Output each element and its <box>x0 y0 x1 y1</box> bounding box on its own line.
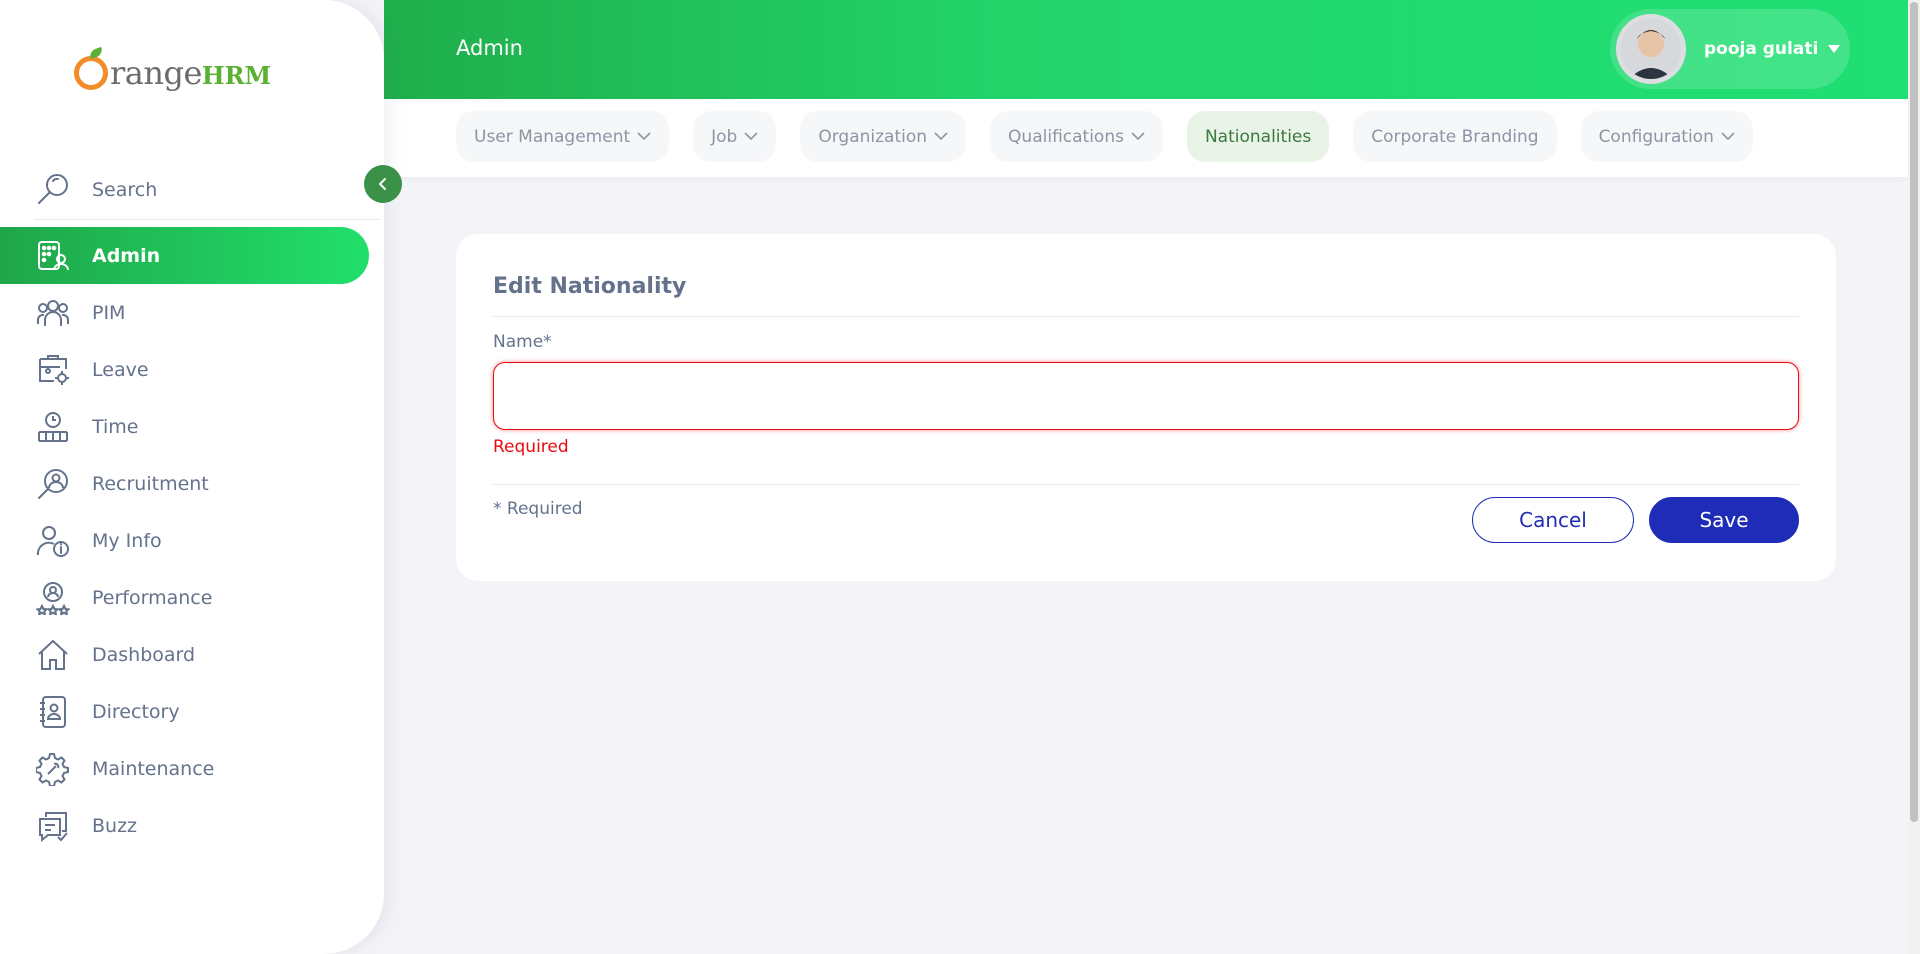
dashboard-icon <box>34 636 72 674</box>
avatar <box>1616 14 1686 84</box>
divider <box>493 484 1799 485</box>
name-field-label: Name* <box>493 332 552 352</box>
chevron-down-icon <box>744 132 758 141</box>
tab-label: User Management <box>474 126 631 147</box>
tab-label: Qualifications <box>1008 126 1124 147</box>
sidebar-item-label: PIM <box>92 301 126 324</box>
pim-icon <box>34 294 72 332</box>
sidebar-item-label: Dashboard <box>92 643 196 666</box>
buzz-icon <box>34 807 72 845</box>
chevron-down-icon <box>1721 132 1735 141</box>
sidebar-item-time[interactable]: Time <box>0 398 370 455</box>
sidebar-item-admin[interactable]: Admin <box>0 227 369 284</box>
sidebar-item-label: Maintenance <box>92 757 215 780</box>
sidebar-item-label: Admin <box>92 244 161 267</box>
search-input[interactable] <box>92 178 332 201</box>
my-info-icon <box>34 522 72 560</box>
tab-organization[interactable]: Organization <box>800 111 967 162</box>
orangehrm-logo[interactable]: range HRM <box>74 48 271 98</box>
sidebar-item-label: Time <box>92 415 139 438</box>
sidebar-item-recruitment[interactable]: Recruitment <box>0 455 370 512</box>
admin-icon <box>34 237 72 275</box>
logo-text: range <box>110 54 202 92</box>
recruitment-icon <box>34 465 72 503</box>
user-dropdown[interactable]: pooja gulati <box>1610 9 1850 89</box>
chevron-down-icon <box>1131 132 1145 141</box>
chevron-left-icon <box>377 177 389 191</box>
user-name: pooja gulati <box>1704 39 1819 59</box>
sidebar-item-label: Buzz <box>92 814 138 837</box>
sidebar-collapse-button[interactable] <box>364 165 402 203</box>
top-bar: Admin pooja gulati <box>384 0 1908 99</box>
sidebar: range HRM Admin <box>0 0 384 954</box>
caret-down-icon <box>1828 45 1841 53</box>
cancel-button[interactable]: Cancel <box>1472 497 1634 543</box>
main-menu: Admin PIM Leave Time Recruitment My Info… <box>0 227 370 854</box>
chevron-down-icon <box>637 132 651 141</box>
sidebar-search <box>34 160 380 220</box>
chevron-down-icon <box>934 132 948 141</box>
page-scrollbar[interactable] <box>1908 0 1920 954</box>
sidebar-item-label: Directory <box>92 700 180 723</box>
sidebar-item-label: Leave <box>92 358 149 381</box>
performance-icon <box>34 579 72 617</box>
tab-configuration[interactable]: Configuration <box>1580 111 1753 162</box>
divider <box>493 316 1799 317</box>
tab-label: Configuration <box>1598 126 1714 147</box>
time-icon <box>34 408 72 446</box>
form-title: Edit Nationality <box>493 274 687 299</box>
orange-logo-icon <box>74 56 108 90</box>
tab-user-management[interactable]: User Management <box>456 111 670 162</box>
tab-job[interactable]: Job <box>693 111 777 162</box>
sidebar-item-dashboard[interactable]: Dashboard <box>0 626 370 683</box>
directory-icon <box>34 693 72 731</box>
sidebar-item-buzz[interactable]: Buzz <box>0 797 370 854</box>
sidebar-item-label: My Info <box>92 529 162 552</box>
name-input[interactable] <box>493 362 1799 430</box>
page-title: Admin <box>456 36 523 60</box>
sidebar-item-my-info[interactable]: My Info <box>0 512 370 569</box>
tab-label: Nationalities <box>1204 126 1312 147</box>
logo-text-hrm: HRM <box>201 60 272 90</box>
sidebar-item-directory[interactable]: Directory <box>0 683 370 740</box>
sidebar-item-maintenance[interactable]: Maintenance <box>0 740 370 797</box>
sidebar-item-leave[interactable]: Leave <box>0 341 370 398</box>
admin-subnav: User Management Job Organization Qualifi… <box>384 99 1908 177</box>
sidebar-item-pim[interactable]: PIM <box>0 284 370 341</box>
scrollbar-thumb[interactable] <box>1910 2 1918 822</box>
tab-qualifications[interactable]: Qualifications <box>990 111 1163 162</box>
name-error-message: Required <box>493 437 569 457</box>
sidebar-item-performance[interactable]: Performance <box>0 569 370 626</box>
maintenance-icon <box>34 750 72 788</box>
leave-icon <box>34 351 72 389</box>
tab-label: Corporate Branding <box>1371 126 1539 147</box>
tab-label: Organization <box>818 126 928 147</box>
search-icon <box>34 171 72 209</box>
edit-nationality-card: Edit Nationality Name* Required * Requir… <box>456 234 1836 581</box>
tab-nationalities[interactable]: Nationalities <box>1186 111 1330 162</box>
required-note: * Required <box>493 499 583 519</box>
save-button[interactable]: Save <box>1649 497 1799 543</box>
sidebar-item-label: Recruitment <box>92 472 209 495</box>
sidebar-item-label: Performance <box>92 586 213 609</box>
tab-label: Job <box>711 126 738 147</box>
tab-corporate-branding[interactable]: Corporate Branding <box>1353 111 1557 162</box>
